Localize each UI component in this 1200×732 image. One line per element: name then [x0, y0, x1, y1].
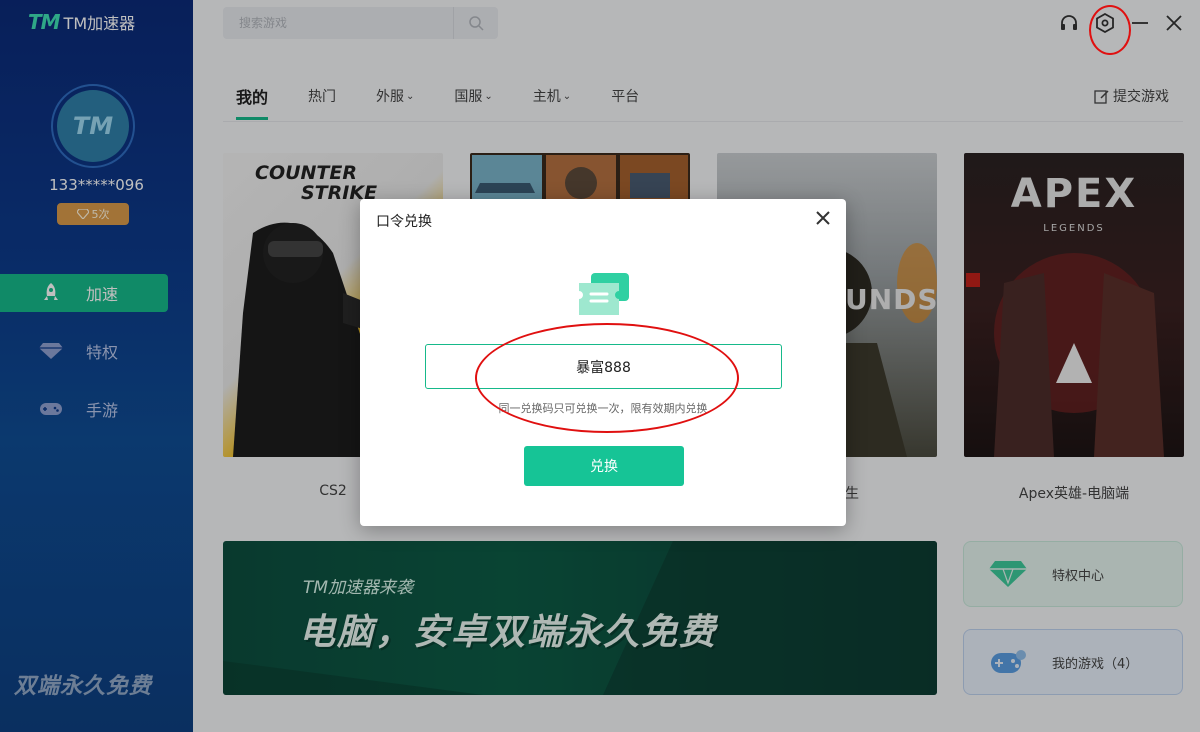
dialog-close-button[interactable] [814, 209, 832, 227]
redeem-button[interactable]: 兑换 [524, 446, 684, 486]
redeem-hint: 同一兑换码只可兑换一次，限有效期内兑换 [498, 402, 708, 415]
redeem-code-dialog: 口令兑换 同一兑换码只可兑换一次，限有效期内兑换 兑换 [360, 199, 846, 526]
close-icon [816, 211, 830, 225]
redeem-code-input[interactable] [425, 344, 782, 389]
dialog-title: 口令兑换 [376, 214, 432, 230]
ticket-icon [579, 271, 631, 319]
